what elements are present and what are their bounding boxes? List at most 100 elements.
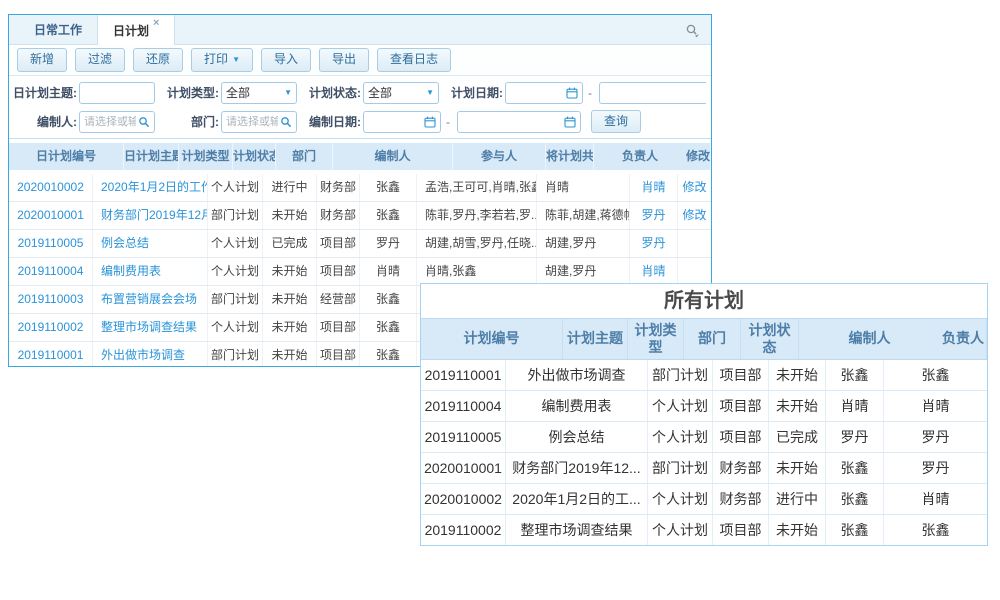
- cell-status: 未开始: [769, 453, 826, 483]
- cell-status: 未开始: [769, 391, 826, 421]
- creator-label: 编制人:: [13, 113, 77, 130]
- chevron-down-icon: ▼: [426, 88, 434, 97]
- cell-owner[interactable]: 肖晴: [630, 174, 678, 201]
- calendar-icon[interactable]: [566, 87, 578, 99]
- cell-dept: 项目部: [317, 314, 360, 341]
- header-cell: 计划类型: [179, 143, 233, 170]
- toolbar-button[interactable]: 过滤: [75, 48, 125, 72]
- magnifier-tool-icon[interactable]: [685, 23, 701, 39]
- calendar-icon[interactable]: [424, 116, 436, 128]
- cell-type: 部门计划: [208, 342, 263, 367]
- header-cell: 参与人: [453, 143, 546, 170]
- cell-type: 个人计划: [648, 391, 713, 421]
- dept-label: 部门:: [155, 113, 219, 130]
- cell-plan-id[interactable]: 2019110003: [9, 286, 93, 313]
- cell-edit-link[interactable]: 修改: [678, 174, 711, 201]
- header-cell: 将计划共享给谁: [546, 143, 594, 170]
- table-row: 2020010002 2020年1月2日的工... 个人计划 财务部 进行中 张…: [421, 484, 987, 515]
- cell-dept: 项目部: [713, 515, 769, 545]
- search-button[interactable]: 查询: [591, 110, 641, 134]
- creator-input[interactable]: [84, 116, 136, 128]
- creator-input-box: [79, 111, 155, 133]
- cell-status: 未开始: [263, 202, 317, 229]
- cell-plan-id[interactable]: 2019110004: [9, 258, 93, 285]
- tab-daily-work[interactable]: 日常工作: [19, 15, 97, 44]
- table-row: 2020010001 财务部门2019年12... 部门计划 财务部 未开始 张…: [421, 453, 987, 484]
- toolbar-button[interactable]: 导出: [319, 48, 369, 72]
- cell-dept: 项目部: [317, 230, 360, 257]
- header-cell: 负责人: [940, 319, 987, 359]
- cell-share-to: 肖晴: [537, 174, 630, 201]
- cell-owner[interactable]: 肖晴: [630, 258, 678, 285]
- filter-row-1: 日计划主题: 计划类型: 全部 ▼ 计划状态: 全部 ▼ 计划日期:: [13, 78, 707, 107]
- search-icon[interactable]: [138, 116, 150, 128]
- cell-dept: 财务部: [317, 174, 360, 201]
- cell-type: 个人计划: [648, 515, 713, 545]
- cell-status: 未开始: [263, 258, 317, 285]
- all-plans-title: 所有计划: [421, 284, 987, 318]
- toolbar-button[interactable]: 新增: [17, 48, 67, 72]
- plan-date-start-input[interactable]: [510, 87, 564, 99]
- tab-daily-plan[interactable]: 日计划 ×: [97, 15, 175, 45]
- cell-plan-id[interactable]: 2019110002: [9, 314, 93, 341]
- cell-subject[interactable]: 外出做市场调查: [93, 342, 208, 367]
- all-plans-panel: 所有计划 计划编号 计划主题 计划类型 部门 计划状态 编制人 负责人 2019…: [420, 283, 988, 546]
- cell-type: 部门计划: [208, 202, 263, 229]
- header-cell: 计划主题: [563, 319, 628, 359]
- calendar-icon[interactable]: [564, 116, 576, 128]
- cell-edit-link[interactable]: 修改: [678, 202, 711, 229]
- plan-type-select[interactable]: 全部 ▼: [221, 82, 297, 104]
- header-cell: 计划编号: [421, 319, 563, 359]
- cell-owner[interactable]: 罗丹: [630, 230, 678, 257]
- table-row: 2019110002 整理市场调查结果 个人计划 项目部 未开始 张鑫 张鑫: [421, 515, 987, 546]
- dept-input[interactable]: [226, 116, 278, 128]
- header-cell: 部门: [684, 319, 741, 359]
- cell-owner: 肖晴: [884, 391, 987, 421]
- cell-subject: 编制费用表: [506, 391, 648, 421]
- plan-date-end-input[interactable]: [604, 87, 702, 99]
- cell-plan-id: 2019110001: [421, 360, 506, 390]
- cell-share-to: 胡建,罗丹: [537, 258, 630, 285]
- header-cell: 编制人: [799, 319, 940, 359]
- cell-creator: 肖晴: [360, 258, 417, 285]
- toolbar-button[interactable]: 查看日志: [377, 48, 451, 72]
- cell-subject[interactable]: 2020年1月2日的工作日...: [93, 174, 208, 201]
- header-cell: 编制人: [333, 143, 453, 170]
- created-date-end-input[interactable]: [462, 116, 562, 128]
- cell-subject[interactable]: 整理市场调查结果: [93, 314, 208, 341]
- plan-subject-input-box: [79, 82, 155, 104]
- toolbar-button[interactable]: 打印 ▼: [191, 48, 253, 72]
- filter-row-2: 编制人: 部门: 编: [13, 107, 707, 136]
- toolbar-button-label: 还原: [146, 52, 170, 68]
- search-button-label: 查询: [604, 114, 628, 130]
- toolbar-button[interactable]: 导入: [261, 48, 311, 72]
- plan-status-select[interactable]: 全部 ▼: [363, 82, 439, 104]
- toolbar-button[interactable]: 还原: [133, 48, 183, 72]
- cell-plan-id[interactable]: 2020010001: [9, 202, 93, 229]
- cell-plan-id[interactable]: 2020010002: [9, 174, 93, 201]
- toolbar-button-label: 新增: [30, 52, 54, 68]
- cell-subject[interactable]: 布置营销展会会场: [93, 286, 208, 313]
- plan-subject-input[interactable]: [84, 87, 150, 99]
- cell-plan-id[interactable]: 2019110001: [9, 342, 93, 367]
- cell-subject[interactable]: 例会总结: [93, 230, 208, 257]
- cell-subject[interactable]: 编制费用表: [93, 258, 208, 285]
- tab-bar: 日常工作 日计划 ×: [9, 15, 711, 45]
- close-icon[interactable]: ×: [153, 18, 159, 29]
- plan-date-end-box: [599, 82, 706, 104]
- table-row: 2019110004 编制费用表 个人计划 项目部 未开始 肖晴 肖晴: [421, 391, 987, 422]
- cell-plan-id: 2020010002: [421, 484, 506, 514]
- all-plans-table-header: 计划编号 计划主题 计划类型 部门 计划状态 编制人 负责人: [421, 318, 987, 360]
- cell-subject[interactable]: 财务部门2019年12月的...: [93, 202, 208, 229]
- cell-type: 个人计划: [208, 258, 263, 285]
- toolbar-button-label: 打印: [204, 52, 228, 68]
- cell-owner[interactable]: 罗丹: [630, 202, 678, 229]
- search-icon[interactable]: [280, 116, 292, 128]
- cell-edit-link[interactable]: [678, 230, 711, 257]
- cell-plan-id[interactable]: 2019110005: [9, 230, 93, 257]
- cell-edit-link[interactable]: [678, 258, 711, 285]
- cell-type: 个人计划: [208, 314, 263, 341]
- created-date-start-input[interactable]: [368, 116, 422, 128]
- header-cell: 部门: [276, 143, 333, 170]
- toolbar: 新增 过滤 还原 打印 ▼ 导入 导出: [9, 45, 711, 76]
